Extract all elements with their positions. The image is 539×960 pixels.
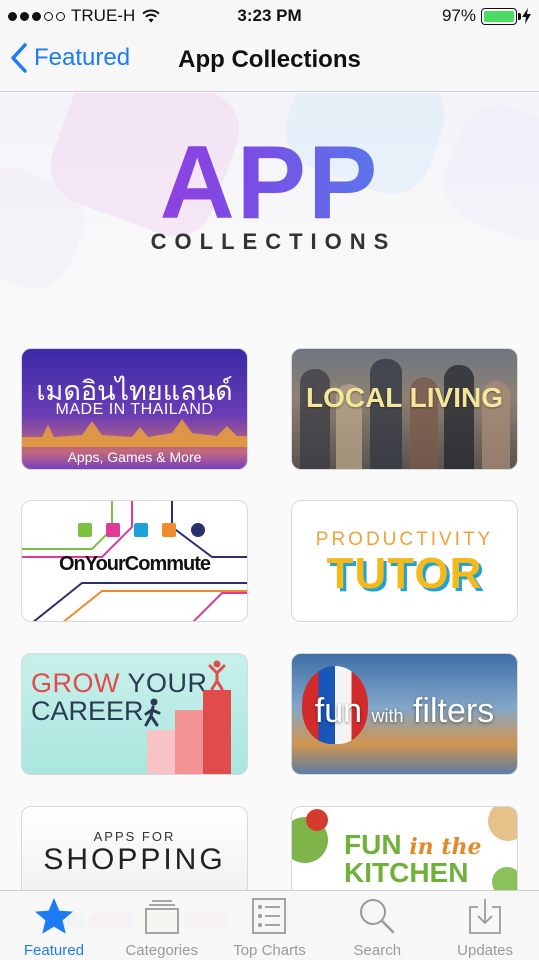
- tab-updates[interactable]: Updates: [431, 891, 539, 960]
- collection-title-word1: fun: [314, 692, 363, 730]
- collection-title-word1: GROW: [31, 668, 120, 698]
- collection-title-word2: YOUR: [127, 668, 208, 698]
- climbing-person-icon: [208, 660, 226, 690]
- tab-bar: Featured Categories Top Charts Search Up…: [0, 890, 539, 960]
- collection-title-line2: TUTOR: [326, 549, 483, 598]
- back-button-label: Featured: [34, 44, 131, 71]
- chart-bar: [175, 710, 203, 774]
- carrier-label: TRUE-H: [71, 6, 136, 25]
- temple-skyline-image: [22, 419, 247, 447]
- tab-label: Search: [353, 942, 402, 959]
- tab-featured[interactable]: Featured: [0, 891, 108, 960]
- spice-image: [488, 807, 517, 841]
- collection-grow-your-career[interactable]: GROW YOUR CAREER: [21, 653, 248, 775]
- collection-local-living[interactable]: LOCAL LIVING: [291, 348, 518, 470]
- status-left: TRUE-H: [8, 6, 161, 26]
- signal-strength-icon: [8, 11, 65, 21]
- list-icon: [252, 898, 287, 934]
- charging-bolt-icon: [522, 8, 531, 24]
- star-icon: [34, 898, 73, 934]
- collection-made-in-thailand[interactable]: เมดอินไทยแลนด์ MADE IN THAILAND Apps, Ga…: [21, 348, 248, 470]
- back-button[interactable]: Featured: [10, 42, 130, 74]
- tab-label: Updates: [457, 942, 514, 959]
- walking-person-icon: [144, 698, 161, 727]
- tab-label: Top Charts: [233, 942, 306, 959]
- collection-title-line1: GROW YOUR: [31, 668, 208, 699]
- tab-label: Featured: [23, 942, 84, 959]
- tab-categories[interactable]: Categories: [108, 891, 216, 960]
- collection-title-line2: CAREER: [31, 696, 144, 726]
- collection-title-line2: KITCHEN: [344, 857, 469, 888]
- status-bar: TRUE-H 3:23 PM 97%: [0, 0, 539, 32]
- hero-subtitle: COLLECTIONS: [150, 229, 397, 254]
- collection-title-line1: APPS FOR: [93, 829, 176, 844]
- categories-icon: [144, 900, 179, 934]
- hero-title: APP: [0, 131, 539, 235]
- status-right: 97%: [442, 6, 531, 26]
- tab-top-charts[interactable]: Top Charts: [216, 891, 324, 960]
- collection-title-line1: PRODUCTIVITY: [315, 529, 494, 550]
- collection-title: LOCAL LIVING: [305, 382, 504, 413]
- collection-title-word3: filters: [412, 692, 495, 730]
- collection-productivity-tutor[interactable]: PRODUCTIVITY TUTOR: [291, 500, 518, 622]
- collection-fun-with-filters[interactable]: fun with filters: [291, 653, 518, 775]
- navigation-bar: Featured App Collections: [0, 32, 539, 92]
- collection-footer: Apps, Games & More: [67, 449, 202, 465]
- chevron-left-icon: [11, 43, 27, 73]
- hero-banner: APP COLLECTIONS: [0, 93, 539, 323]
- tab-search[interactable]: Search: [323, 891, 431, 960]
- collection-title-word2: with: [371, 706, 404, 726]
- collection-title: fun with filters: [292, 692, 517, 731]
- wifi-icon: [142, 9, 160, 23]
- download-icon: [469, 899, 501, 934]
- collection-title: OnYourCommute: [58, 553, 211, 575]
- chart-bar: [147, 730, 175, 774]
- battery-icon: [481, 7, 521, 25]
- tab-label: Categories: [125, 942, 198, 959]
- battery-percent: 97%: [441, 6, 476, 25]
- chart-bar: [203, 690, 231, 774]
- tomato-image: [306, 809, 328, 831]
- search-icon: [360, 899, 395, 934]
- collection-title-line2: SHOPPING: [43, 843, 226, 876]
- collection-title-word1: FUN: [344, 829, 402, 860]
- collection-on-your-commute[interactable]: OnYourCommute: [21, 500, 248, 622]
